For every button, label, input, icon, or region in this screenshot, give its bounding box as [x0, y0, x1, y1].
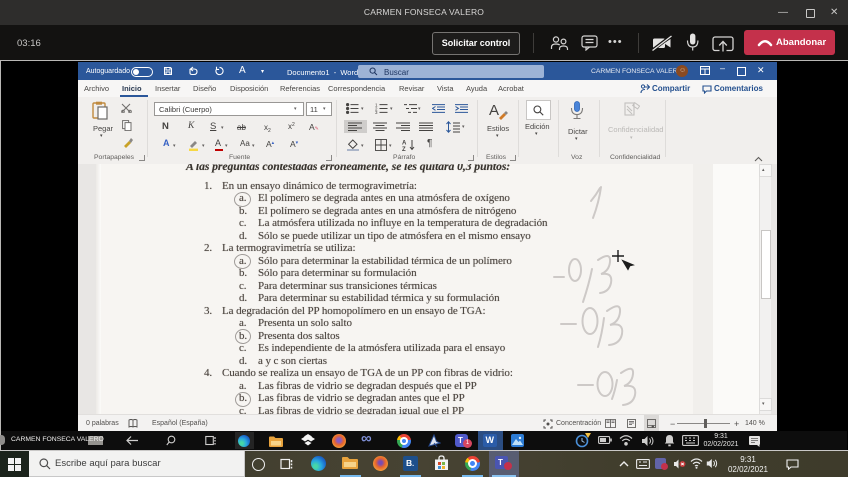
svg-text:Z: Z [402, 147, 406, 151]
svg-text:A: A [402, 141, 407, 147]
svg-text:3: 3 [375, 110, 378, 114]
